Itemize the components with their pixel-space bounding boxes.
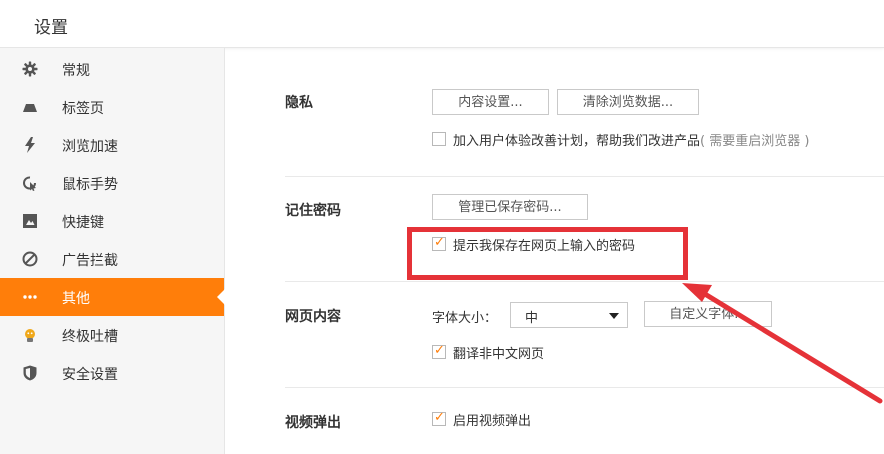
sidebar-item-label: 终极吐槽 <box>62 329 118 345</box>
enable-video-popup-checkbox[interactable] <box>432 410 446 426</box>
gear-icon <box>22 61 38 77</box>
translate-checkbox[interactable] <box>432 343 446 359</box>
font-size-select[interactable]: 中 <box>510 302 628 328</box>
lightning-icon <box>22 137 38 153</box>
tab-icon <box>22 99 38 115</box>
keyboard-shortcut-icon <box>22 213 38 229</box>
manage-passwords-button[interactable]: 管理已保存密码... <box>432 194 588 220</box>
sidebar-item-label: 快捷键 <box>62 215 104 231</box>
block-icon <box>22 251 38 267</box>
sidebar-item-other[interactable]: 其他 <box>0 278 225 316</box>
sidebar-item-speedup[interactable]: 浏览加速 <box>0 126 224 164</box>
passwords-section-title: 记住密码 <box>285 203 341 219</box>
clear-browsing-data-button[interactable]: 清除浏览数据... <box>557 89 699 115</box>
privacy-section-title: 隐私 <box>285 95 313 111</box>
video-popup-section-title: 视频弹出 <box>285 415 341 431</box>
custom-font-button[interactable]: 自定义字体... <box>644 301 772 327</box>
sidebar-item-feedback[interactable]: 终极吐槽 <box>0 316 224 354</box>
page-title: 设置 <box>34 18 68 38</box>
sidebar-item-label: 浏览加速 <box>62 139 118 155</box>
sidebar-item-general[interactable]: 常规 <box>0 50 224 88</box>
more-dots-icon <box>22 289 38 305</box>
mouse-gesture-icon <box>22 175 38 191</box>
section-divider <box>285 176 884 177</box>
chevron-down-icon <box>609 313 619 319</box>
annotation-highlight-box <box>407 227 688 280</box>
font-size-value: 中 <box>525 311 539 326</box>
sidebar-item-label: 其他 <box>62 291 90 307</box>
sidebar-item-tabs[interactable]: 标签页 <box>0 88 224 126</box>
sidebar-item-label: 标签页 <box>62 101 104 117</box>
sidebar-item-security[interactable]: 安全设置 <box>0 354 224 392</box>
font-size-label: 字体大小： <box>432 311 498 326</box>
translate-label: 翻译非中文网页 <box>453 347 545 362</box>
section-divider <box>285 387 884 388</box>
sidebar-item-adblock[interactable]: 广告拦截 <box>0 240 224 278</box>
sidebar: 常规 标签页 浏览加速 鼠标手势 快捷键 广告拦截 其他 终极吐槽 安全设置 <box>0 48 225 454</box>
sidebar-item-label: 常规 <box>62 63 90 79</box>
ux-plan-checkbox[interactable] <box>432 132 446 146</box>
section-divider <box>285 281 884 282</box>
sidebar-item-mouse-gesture[interactable]: 鼠标手势 <box>0 164 224 202</box>
ux-plan-text: 加入用户体验改善计划，帮助我们改进产品 <box>453 134 701 149</box>
feedback-icon <box>22 327 38 343</box>
shield-icon <box>22 365 38 381</box>
sidebar-item-label: 广告拦截 <box>62 253 118 269</box>
settings-header: 设置 <box>0 0 884 48</box>
enable-video-popup-label: 启用视频弹出 <box>453 414 532 429</box>
sidebar-item-shortcuts[interactable]: 快捷键 <box>0 202 224 240</box>
web-content-section-title: 网页内容 <box>285 309 341 325</box>
restart-hint: ( 需要重启浏览器 ) <box>700 134 810 149</box>
content-settings-button[interactable]: 内容设置... <box>432 89 549 115</box>
sidebar-item-label: 安全设置 <box>62 367 118 383</box>
ux-plan-label: 加入用户体验改善计划，帮助我们改进产品( 需要重启浏览器 ) <box>453 130 809 149</box>
sidebar-item-label: 鼠标手势 <box>62 177 118 193</box>
